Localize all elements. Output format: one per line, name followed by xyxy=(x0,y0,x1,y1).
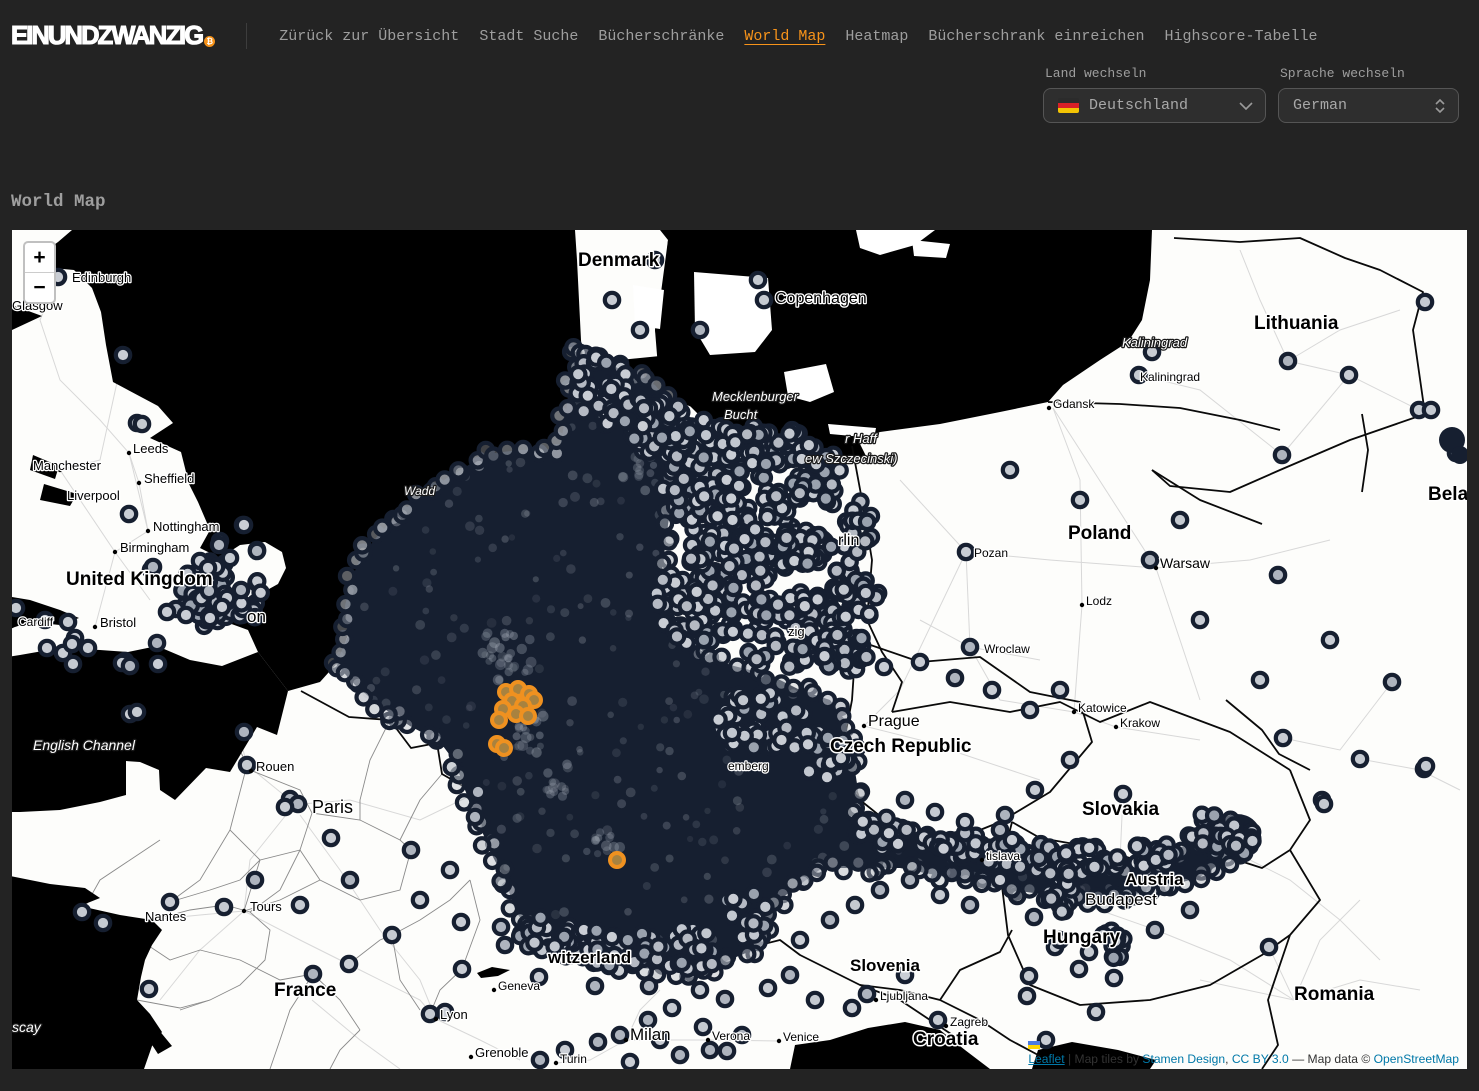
svg-text:Bucht: Bucht xyxy=(724,407,759,422)
svg-text:Wroclaw: Wroclaw xyxy=(984,642,1030,656)
svg-text:Katowice: Katowice xyxy=(1078,701,1127,715)
svg-text:Denmark: Denmark xyxy=(578,250,660,271)
svg-text:Turin: Turin xyxy=(560,1052,587,1066)
svg-text:Rouen: Rouen xyxy=(256,759,294,774)
svg-text:Slovenia: Slovenia xyxy=(850,956,920,975)
svg-text:Venice: Venice xyxy=(783,1030,819,1044)
svg-text:Lyon: Lyon xyxy=(440,1007,468,1022)
svg-text:Ljubljana: Ljubljana xyxy=(880,989,928,1003)
svg-text:Verona: Verona xyxy=(712,1029,750,1043)
svg-text:emberg: emberg xyxy=(728,759,769,773)
svg-text:Romania: Romania xyxy=(1294,984,1375,1005)
svg-text:Gdansk: Gdansk xyxy=(1053,397,1095,411)
svg-text:Slovakia: Slovakia xyxy=(1082,799,1160,820)
svg-text:Croatia: Croatia xyxy=(913,1029,979,1050)
svg-text:Bristol: Bristol xyxy=(100,615,136,630)
svg-text:Pozan: Pozan xyxy=(974,546,1008,560)
svg-text:Zagreb: Zagreb xyxy=(950,1015,988,1029)
svg-text:scay: scay xyxy=(12,1019,42,1035)
svg-text:Tours: Tours xyxy=(250,899,282,914)
svg-text:Budapest: Budapest xyxy=(1085,890,1157,909)
svg-text:Prague: Prague xyxy=(868,713,920,730)
svg-text:Lodz: Lodz xyxy=(1086,594,1112,608)
svg-text:Lithuania: Lithuania xyxy=(1254,313,1339,334)
svg-text:Mecklenburger: Mecklenburger xyxy=(712,389,799,404)
svg-text:Kaliningrad: Kaliningrad xyxy=(1140,370,1200,384)
svg-text:Hungary: Hungary xyxy=(1043,927,1121,948)
svg-text:Krakow: Krakow xyxy=(1120,716,1160,730)
svg-text:Liverpool: Liverpool xyxy=(67,488,120,503)
svg-text:Nantes: Nantes xyxy=(145,909,187,924)
svg-text:witzerland: witzerland xyxy=(547,948,631,967)
svg-text:Cardiff: Cardiff xyxy=(18,615,54,629)
svg-text:Paris: Paris xyxy=(312,797,353,817)
svg-text:rlin: rlin xyxy=(838,532,859,549)
svg-text:Kaliningrad: Kaliningrad xyxy=(1122,335,1188,350)
svg-text:r Haff: r Haff xyxy=(845,431,878,446)
svg-text:Birmingham: Birmingham xyxy=(120,540,189,555)
svg-text:Sheffield: Sheffield xyxy=(144,471,194,486)
svg-text:Leeds: Leeds xyxy=(133,441,169,456)
svg-text:Geneva: Geneva xyxy=(498,979,540,993)
svg-text:Grenoble: Grenoble xyxy=(475,1045,528,1060)
svg-text:Milan: Milan xyxy=(630,1025,671,1044)
svg-text:Manchester: Manchester xyxy=(33,458,102,473)
svg-text:tislava: tislava xyxy=(986,849,1020,863)
svg-text:on: on xyxy=(247,607,266,626)
svg-text:Belar: Belar xyxy=(1428,484,1467,505)
svg-text:Czech Republic: Czech Republic xyxy=(830,736,972,757)
svg-text:Poland: Poland xyxy=(1068,523,1131,544)
svg-text:United Kingdom: United Kingdom xyxy=(66,569,213,590)
svg-text:Austria: Austria xyxy=(1125,870,1184,889)
svg-text:Nottingham: Nottingham xyxy=(153,519,219,534)
svg-text:Warsaw: Warsaw xyxy=(1160,555,1211,571)
svg-text:zig: zig xyxy=(788,624,805,639)
svg-text:Copenhagen: Copenhagen xyxy=(775,290,867,307)
svg-text:Edinburgh: Edinburgh xyxy=(72,270,131,285)
svg-text:ew Szczecinski): ew Szczecinski) xyxy=(805,451,897,466)
svg-text:France: France xyxy=(274,980,336,1001)
svg-text:English Channel: English Channel xyxy=(33,737,136,753)
svg-text:Wadd: Wadd xyxy=(404,484,435,498)
